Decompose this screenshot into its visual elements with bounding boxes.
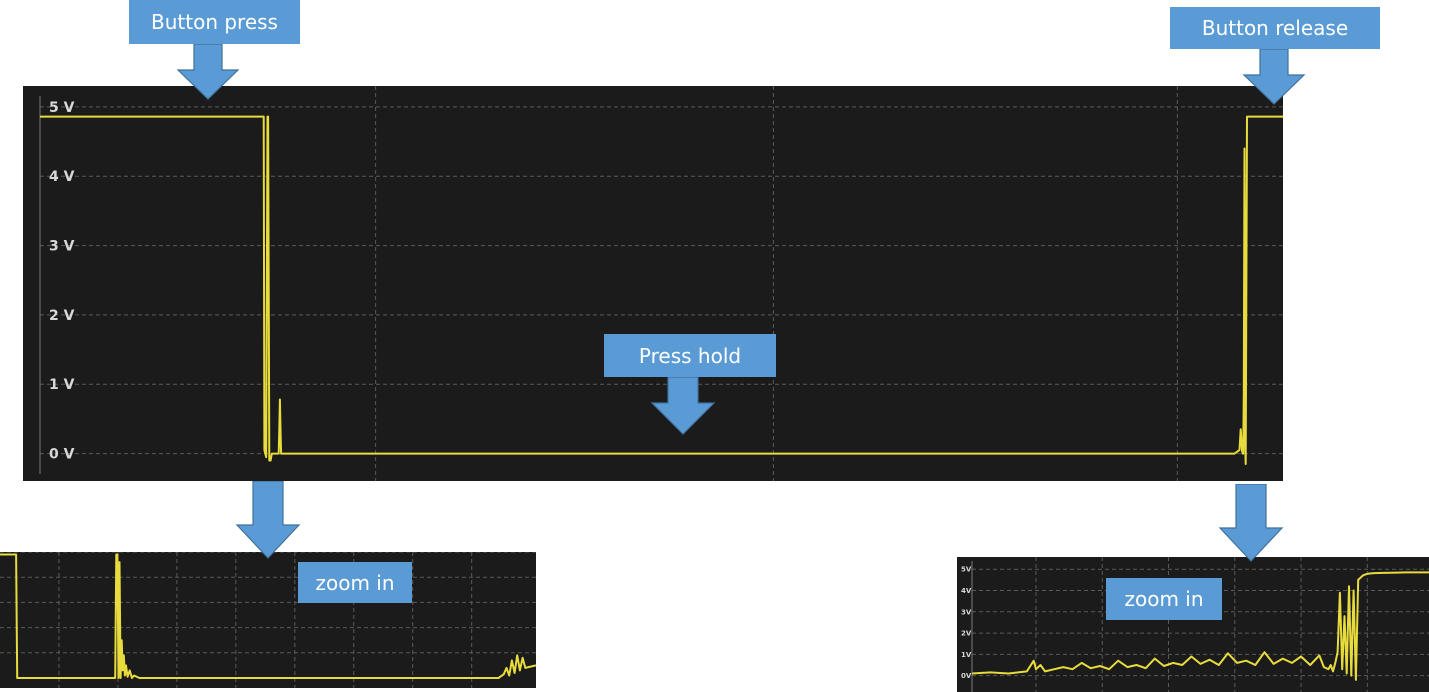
y-tick-label: 0V	[961, 672, 972, 680]
y-tick-label: 0 V	[49, 447, 75, 463]
y-tick-label: 2 V	[49, 308, 75, 324]
arrow-down-icon	[176, 44, 240, 100]
y-tick-label: 4 V	[49, 169, 75, 185]
voltage-trace-line	[0, 553, 536, 679]
arrow-down-icon	[1218, 484, 1284, 562]
arrow-down-icon	[650, 377, 716, 435]
zoom-press-chart-svg	[0, 552, 536, 688]
button-press-callout: Button press	[129, 0, 300, 44]
button-release-callout: Button release	[1170, 7, 1380, 49]
zoom-in-callout-right: zoom in	[1106, 578, 1222, 620]
y-tick-label: 4V	[961, 587, 972, 595]
zoom-in-callout-left: zoom in	[298, 562, 412, 603]
y-tick-label: 5 V	[49, 100, 75, 116]
y-tick-label: 1V	[961, 651, 972, 659]
y-tick-label: 5V	[961, 566, 972, 574]
arrow-down-icon	[235, 481, 301, 559]
y-tick-label: 1 V	[49, 377, 75, 393]
y-tick-label: 2V	[961, 630, 972, 638]
y-tick-label: 3V	[961, 608, 972, 616]
zoom-chart-press	[0, 552, 536, 688]
press-hold-callout: Press hold	[604, 334, 776, 377]
arrow-down-icon	[1242, 49, 1306, 105]
y-tick-label: 3 V	[49, 239, 75, 255]
